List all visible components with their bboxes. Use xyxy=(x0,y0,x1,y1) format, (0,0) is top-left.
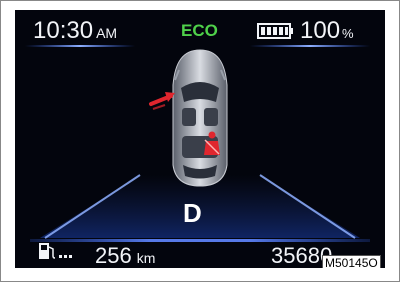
instrument-cluster-display: 10:30 AM ECO 100% D 256 km 35680 M50145O xyxy=(15,10,385,268)
clock-period: AM xyxy=(96,25,118,41)
clock-time: 10:30 xyxy=(33,17,94,44)
open-door-arrow-icon xyxy=(149,92,175,110)
figure-code-label: M50145O xyxy=(322,255,381,268)
eco-mode-indicator: ECO xyxy=(181,21,218,40)
battery-percentage: 100% xyxy=(300,17,354,45)
time-underline xyxy=(25,45,135,47)
fuel-pump-icon xyxy=(39,243,72,259)
range-unit: km xyxy=(136,250,156,266)
clock: 10:30 AM xyxy=(33,17,117,45)
cluster-graphics xyxy=(25,45,370,242)
battery-value: 100 xyxy=(300,17,341,44)
figure-frame: 10:30 AM ECO 100% D 256 km 35680 M50145O xyxy=(0,0,400,282)
driving-range: 256 km xyxy=(95,243,155,268)
battery-unit: % xyxy=(342,26,354,41)
car-top-view-icon xyxy=(172,49,228,187)
gear-indicator: D xyxy=(183,198,202,228)
battery-icon xyxy=(257,23,293,39)
battery-underline xyxy=(250,45,370,47)
range-value: 256 xyxy=(95,243,132,268)
